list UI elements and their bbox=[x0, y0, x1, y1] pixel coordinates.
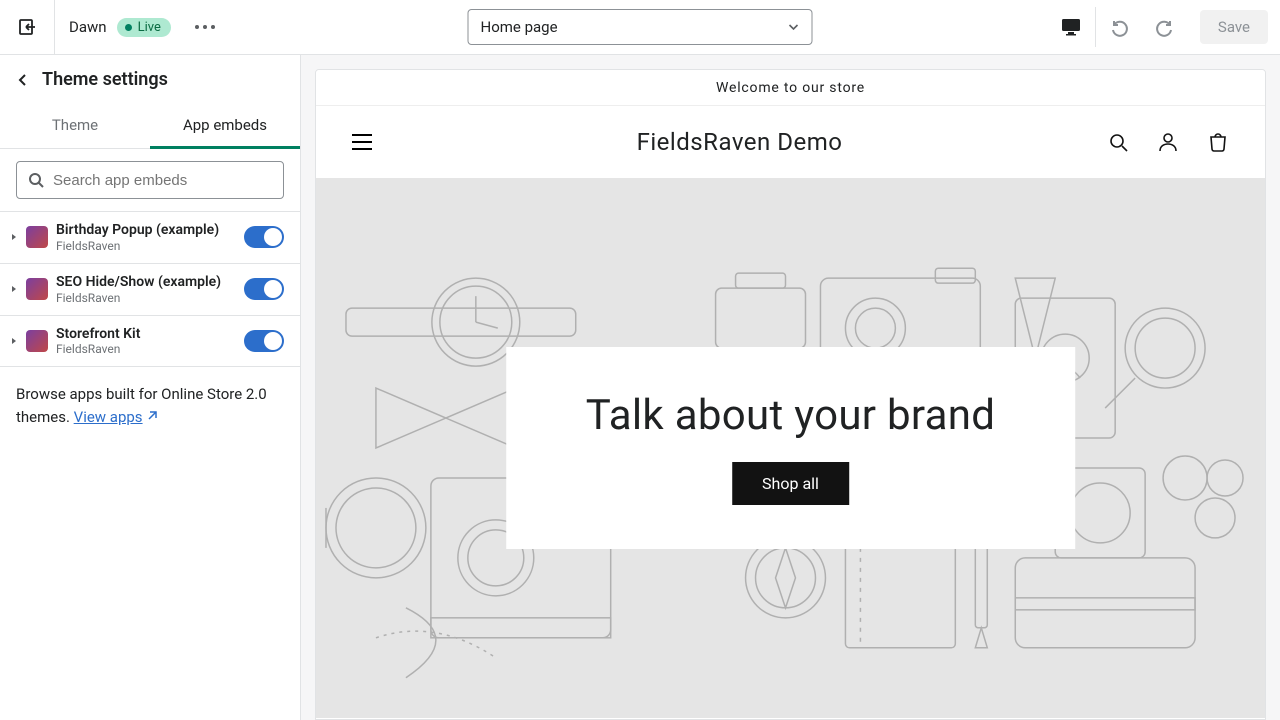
status-label: Live bbox=[138, 20, 161, 35]
cart-icon[interactable] bbox=[1207, 131, 1229, 153]
hero-section: Talk about your brand Shop all bbox=[316, 178, 1265, 718]
browse-apps-text: Browse apps built for Online Store 2.0 t… bbox=[0, 367, 300, 444]
embed-toggle[interactable] bbox=[244, 330, 284, 352]
external-link-icon bbox=[146, 410, 158, 422]
search-icon[interactable] bbox=[1107, 131, 1129, 153]
account-icon[interactable] bbox=[1157, 131, 1179, 153]
viewport-desktop-button[interactable] bbox=[1049, 5, 1093, 49]
more-actions-button[interactable] bbox=[189, 19, 221, 35]
sidebar-title: Theme settings bbox=[42, 69, 168, 90]
theme-name: Dawn bbox=[69, 18, 107, 36]
save-button: Save bbox=[1200, 10, 1268, 44]
undo-icon bbox=[1110, 17, 1130, 37]
app-embed-row: SEO Hide/Show (example) FieldsRaven bbox=[0, 264, 300, 316]
redo-button[interactable] bbox=[1142, 5, 1186, 49]
search-app-embeds[interactable] bbox=[16, 161, 284, 199]
undo-button[interactable] bbox=[1098, 5, 1142, 49]
back-icon[interactable] bbox=[16, 73, 30, 87]
theme-preview-canvas: Welcome to our store FieldsRaven Demo bbox=[315, 69, 1266, 720]
divider bbox=[1095, 7, 1096, 47]
status-dot-icon bbox=[125, 24, 132, 31]
embed-toggle[interactable] bbox=[244, 278, 284, 300]
expand-toggle[interactable] bbox=[10, 233, 18, 241]
page-selector-dropdown[interactable]: Home page bbox=[468, 9, 813, 45]
app-icon bbox=[26, 226, 48, 248]
page-selector-label: Home page bbox=[481, 18, 558, 36]
caret-right-icon bbox=[10, 233, 18, 241]
hero-cta-button[interactable]: Shop all bbox=[732, 462, 849, 505]
hero-card: Talk about your brand Shop all bbox=[506, 347, 1076, 549]
embed-title: Birthday Popup (example) bbox=[56, 222, 236, 239]
embed-title: SEO Hide/Show (example) bbox=[56, 274, 236, 291]
app-icon bbox=[26, 330, 48, 352]
exit-icon bbox=[17, 17, 37, 37]
tab-theme[interactable]: Theme bbox=[0, 102, 150, 149]
search-input[interactable] bbox=[53, 172, 273, 189]
embed-subtitle: FieldsRaven bbox=[56, 239, 236, 253]
app-embed-row: Birthday Popup (example) FieldsRaven bbox=[0, 212, 300, 264]
embed-subtitle: FieldsRaven bbox=[56, 291, 236, 305]
caret-right-icon bbox=[10, 337, 18, 345]
app-icon bbox=[26, 278, 48, 300]
redo-icon bbox=[1154, 17, 1174, 37]
embed-title: Storefront Kit bbox=[56, 326, 236, 343]
search-icon bbox=[27, 171, 45, 189]
app-embed-row: Storefront Kit FieldsRaven bbox=[0, 316, 300, 368]
desktop-icon bbox=[1060, 17, 1082, 37]
expand-toggle[interactable] bbox=[10, 285, 18, 293]
view-apps-link[interactable]: View apps bbox=[74, 408, 158, 426]
announcement-bar: Welcome to our store bbox=[316, 70, 1265, 106]
caret-right-icon bbox=[10, 285, 18, 293]
embed-subtitle: FieldsRaven bbox=[56, 342, 236, 356]
hero-heading: Talk about your brand bbox=[586, 391, 996, 440]
tab-app-embeds[interactable]: App embeds bbox=[150, 102, 300, 149]
menu-button[interactable] bbox=[352, 134, 372, 150]
exit-editor-button[interactable] bbox=[0, 0, 55, 55]
chevron-down-icon bbox=[788, 21, 800, 33]
embed-toggle[interactable] bbox=[244, 226, 284, 248]
theme-status-badge: Live bbox=[117, 18, 171, 37]
store-title: FieldsRaven Demo bbox=[637, 128, 843, 156]
expand-toggle[interactable] bbox=[10, 337, 18, 345]
